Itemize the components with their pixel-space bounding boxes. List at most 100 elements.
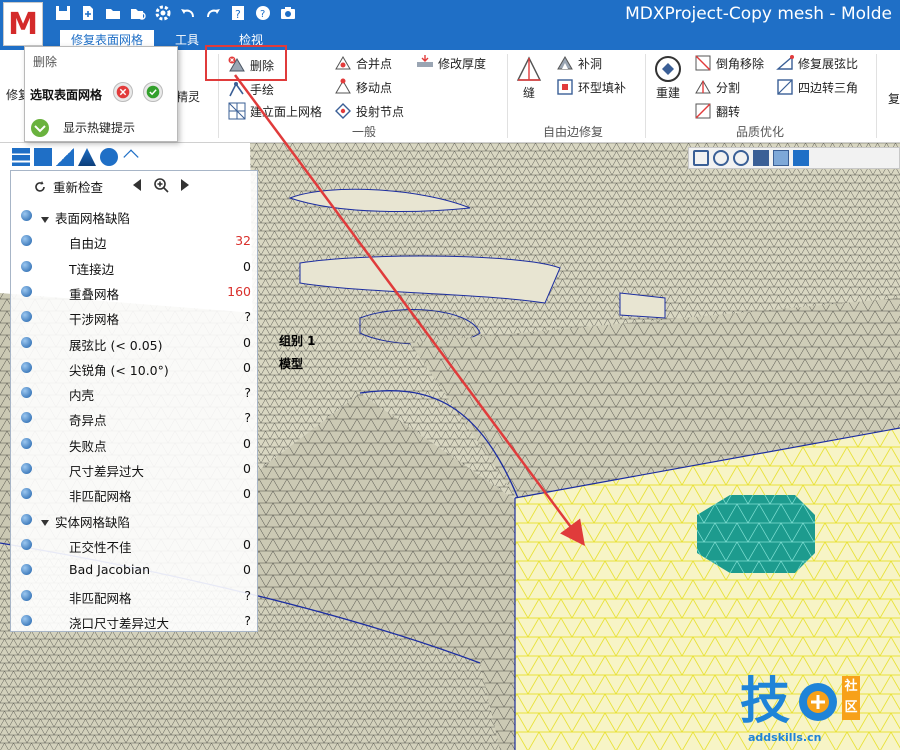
defect-row[interactable]: 非匹配网格?: [11, 584, 259, 609]
modify-thickness-button[interactable]: 修改厚度: [416, 54, 486, 72]
defect-label: 干涉网格: [69, 312, 120, 328]
defect-count: 0: [243, 562, 251, 578]
defect-row[interactable]: 内壳?: [11, 381, 259, 406]
merge-nodes-icon: [335, 56, 351, 70]
refine-button[interactable]: 精灵: [176, 88, 200, 105]
display-mode-icon[interactable]: [753, 150, 769, 166]
defect-row[interactable]: 正交性不佳 0: [11, 533, 259, 558]
app-logo[interactable]: M: [3, 2, 43, 46]
save-icon: [56, 6, 70, 20]
defect-label: 自由边: [69, 236, 107, 252]
defect-row[interactable]: 展弦比 (< 0.05) 0: [11, 331, 259, 356]
cone-icon[interactable]: [78, 148, 96, 166]
watermark-char: 技: [740, 672, 790, 730]
cancel-button[interactable]: [113, 82, 133, 102]
rebuild-button[interactable]: 重建: [653, 54, 683, 101]
defect-row[interactable]: 奇异点?: [11, 406, 259, 431]
settings-button[interactable]: [152, 2, 174, 24]
help-icon: ?: [256, 6, 270, 20]
hotkey-toggle[interactable]: [30, 118, 50, 138]
hand-draw-button[interactable]: 手绘: [228, 80, 274, 98]
modify-thickness-icon: [417, 55, 433, 67]
collapse-icon[interactable]: [41, 216, 49, 223]
watermark-side-text: 社区: [842, 676, 860, 720]
defect-count: ?: [244, 309, 251, 325]
rotate-center-icon[interactable]: [713, 150, 729, 166]
fix-aspect-ratio-button[interactable]: 修复展弦比: [776, 54, 858, 72]
move-nodes-button[interactable]: 移动点: [334, 78, 392, 96]
defect-row[interactable]: 干涉网格?: [11, 305, 259, 330]
defect-row[interactable]: Bad Jacobian 0: [11, 558, 259, 583]
undo-button[interactable]: [177, 2, 199, 24]
collapse-icon[interactable]: [41, 520, 49, 527]
build-mesh-icon: [228, 102, 246, 120]
defect-row[interactable]: 非匹配网格 0: [11, 482, 259, 507]
defect-count: ?: [244, 410, 251, 426]
modify-thickness-label: 修改厚度: [438, 56, 487, 71]
previous-icon[interactable]: [133, 179, 141, 191]
flip-button[interactable]: 翻转: [694, 102, 740, 120]
confirm-button[interactable]: [143, 82, 163, 102]
defect-count: 32: [235, 233, 251, 249]
find-button[interactable]: [127, 2, 149, 24]
zoom-icon[interactable]: [733, 150, 749, 166]
patch-hole-button[interactable]: 补洞: [556, 54, 602, 72]
open-folder-icon: [106, 9, 120, 19]
redo-button[interactable]: [202, 2, 224, 24]
status-dot-icon: [21, 614, 32, 626]
mountain-icon[interactable]: [56, 148, 74, 166]
defect-label: 尖锐角 (< 10.0°): [69, 362, 169, 378]
tree-icon[interactable]: [34, 148, 52, 166]
split-icon: [695, 80, 711, 94]
defect-row[interactable]: 重叠网格 160: [11, 280, 259, 305]
defect-label: 重叠网格: [69, 286, 120, 302]
ring-fill-button[interactable]: 环型填补: [556, 78, 626, 96]
defect-count: 0: [243, 435, 251, 451]
flip-icon: [695, 103, 711, 119]
help-button[interactable]: ?: [252, 2, 274, 24]
info-icon[interactable]: [100, 148, 118, 166]
diagnostics-panel: 重新检查 表面网格缺陷 自由边 32 T连接边 0 重叠网格 160 干涉网格? 展弦比 (< …: [10, 170, 258, 632]
left-panel-toolbar: [10, 145, 170, 169]
status-dot-icon: [21, 437, 32, 449]
defect-row[interactable]: T连接边 0: [11, 255, 259, 280]
mesh-cube-icon[interactable]: [773, 150, 789, 166]
defect-category[interactable]: 实体网格缺陷: [11, 508, 259, 533]
recheck-button[interactable]: 重新检查: [33, 177, 103, 196]
seam-button[interactable]: 缝: [514, 54, 544, 101]
quad-to-tri-button[interactable]: 四边转三角: [776, 78, 858, 96]
status-dot-icon: [21, 361, 32, 373]
split-button[interactable]: 分割: [694, 78, 740, 96]
defect-category[interactable]: 表面网格缺陷: [11, 204, 259, 229]
new-button[interactable]: [77, 2, 99, 24]
merge-nodes-button[interactable]: 合并点: [334, 54, 392, 72]
fit-view-icon[interactable]: [693, 150, 709, 166]
zoom-to-icon[interactable]: [153, 177, 169, 193]
defect-row[interactable]: 失败点 0: [11, 432, 259, 457]
status-dot-icon: [21, 412, 32, 424]
recheck-label: 重新检查: [53, 180, 104, 195]
defect-row[interactable]: 尖锐角 (< 10.0°) 0: [11, 356, 259, 381]
status-dot-icon: [21, 513, 32, 525]
chevron-up-icon[interactable]: [123, 149, 139, 165]
chamfer-remove-icon: [695, 55, 711, 71]
open-folder-button[interactable]: [102, 2, 124, 24]
page-icon[interactable]: [793, 150, 809, 166]
chamfer-remove-label: 倒角移除: [716, 56, 765, 71]
defect-row[interactable]: 浇口尺寸差异过大?: [11, 609, 259, 634]
help-book-button[interactable]: ?: [227, 2, 249, 24]
defect-row[interactable]: 尺寸差异过大 0: [11, 457, 259, 482]
project-nodes-button[interactable]: 投射节点: [334, 102, 404, 120]
defect-row[interactable]: 自由边 32: [11, 229, 259, 254]
redo-icon: [207, 9, 220, 18]
build-mesh-button[interactable]: 建立面上网格: [228, 102, 322, 120]
next-icon[interactable]: [181, 179, 189, 191]
chamfer-remove-button[interactable]: 倒角移除: [694, 54, 764, 72]
screenshot-button[interactable]: [277, 2, 299, 24]
chevron-down-icon: [31, 119, 49, 137]
partial-ribbon-button[interactable]: 复: [888, 90, 900, 107]
category-label: 实体网格缺陷: [41, 512, 130, 531]
list-icon[interactable]: [12, 148, 30, 166]
save-button[interactable]: [52, 2, 74, 24]
find-icon: [131, 9, 146, 20]
